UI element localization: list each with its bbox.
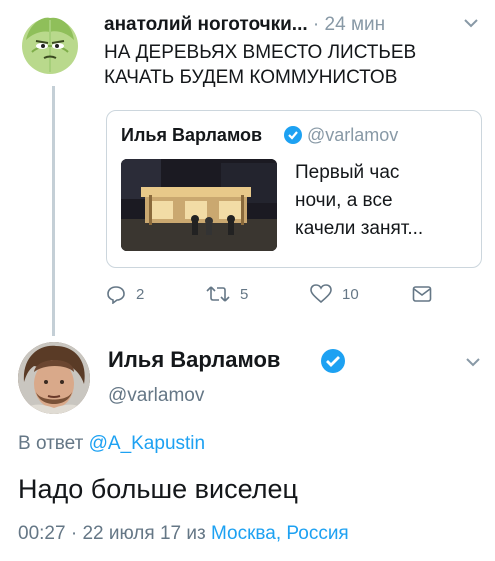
- quoted-author-name: Илья Варламов: [121, 125, 263, 145]
- cabbage-avatar[interactable]: [16, 10, 84, 78]
- avatar[interactable]: [18, 342, 90, 414]
- retweet-icon: [206, 286, 230, 302]
- heart-icon: [310, 284, 332, 304]
- envelope-icon: [412, 286, 432, 302]
- reply-action[interactable]: 2: [106, 283, 144, 305]
- quoted-thumbnail[interactable]: [121, 159, 277, 251]
- reply-to-line: В ответ @A_Kapustin: [18, 433, 205, 455]
- author-name[interactable]: анатолий ноготочки...: [104, 14, 308, 35]
- like-count: 10: [342, 285, 359, 303]
- verified-badge-icon: [284, 126, 302, 144]
- from-word: из: [186, 523, 206, 544]
- separator-dot: ·: [70, 523, 78, 544]
- quoted-tweet-card[interactable]: Илья Варламов @varlamov Первый час ночи,…: [106, 110, 482, 268]
- thread-line: [52, 86, 55, 336]
- reply-prefix: В ответ: [18, 433, 84, 454]
- quoted-text: Первый час ночи, а все качели занят...: [295, 162, 424, 239]
- retweet-count: 5: [240, 285, 249, 303]
- reply-to-link[interactable]: @A_Kapustin: [89, 433, 205, 454]
- like-action[interactable]: 10: [310, 283, 359, 305]
- author-handle[interactable]: @varlamov: [108, 385, 204, 407]
- location-link[interactable]: Москва, Россия: [211, 523, 349, 544]
- tweet-time: 00:27: [18, 523, 66, 544]
- tweet-date: 22 июля 17: [82, 523, 182, 544]
- tweet-meta: 00:27 · 22 июля 17 из Москва, Россия: [18, 523, 349, 545]
- reply-icon: [107, 286, 125, 304]
- tweet-text: Надо больше виселец: [18, 474, 298, 504]
- tweet-header: анатолий ноготочки... · 24 мин: [104, 14, 385, 36]
- chevron-down-icon[interactable]: [462, 351, 484, 373]
- reply-count: 2: [136, 285, 145, 303]
- quoted-handle: @varlamov: [307, 125, 399, 145]
- verified-badge-icon: [321, 349, 345, 373]
- tweet-text: НА ДЕРЕВЬЯХ ВМЕСТО ЛИСТЬЕВ КАЧАТЬ БУДЕМ …: [104, 42, 417, 88]
- message-action[interactable]: [412, 283, 442, 305]
- author-name[interactable]: Илья Варламов: [108, 347, 280, 373]
- separator-dot: ·: [312, 14, 320, 35]
- tweet-time: 24 мин: [324, 14, 386, 35]
- chevron-down-icon[interactable]: [460, 12, 482, 34]
- retweet-action[interactable]: 5: [206, 283, 248, 305]
